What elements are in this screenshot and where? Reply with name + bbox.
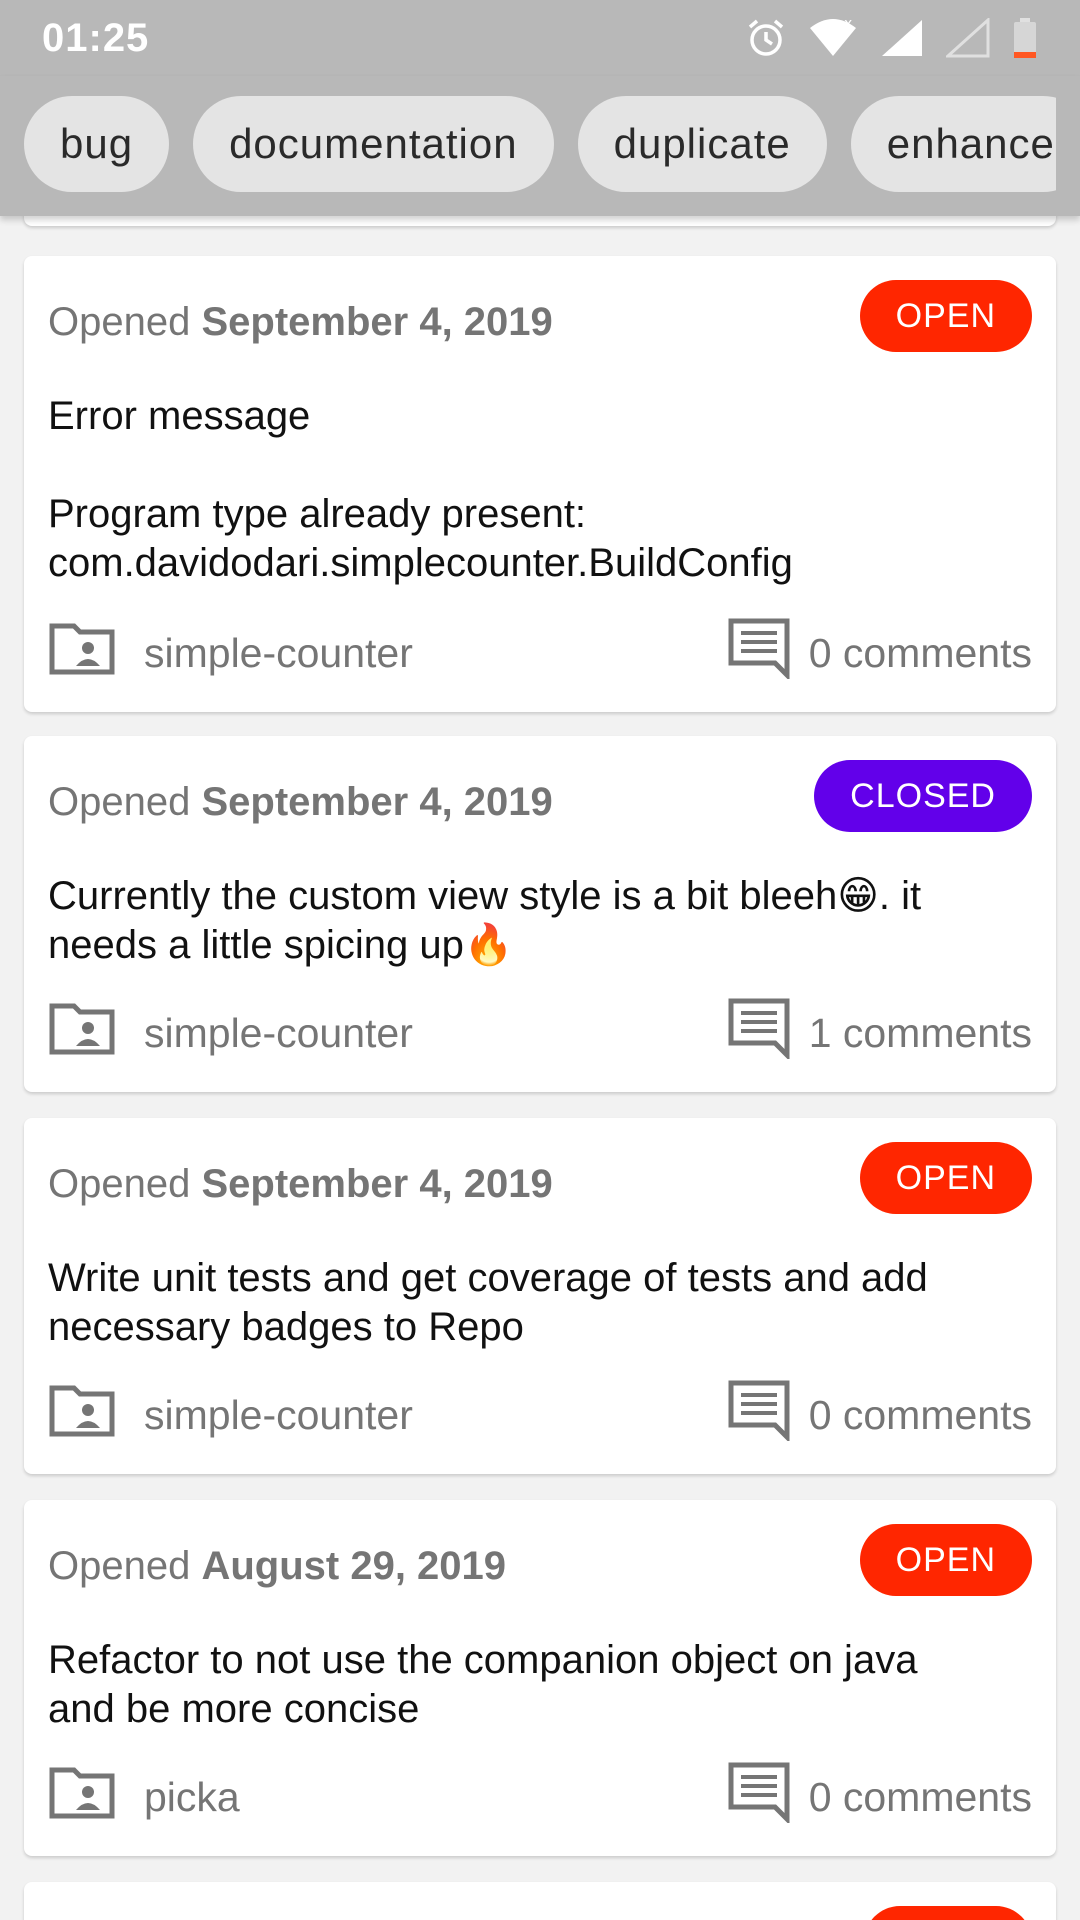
issue-card-footer: simple-counter 1 comments [48, 998, 1032, 1066]
status-badge [864, 1906, 1032, 1920]
label-filter-bar: bug documentation duplicate enhance [0, 76, 1080, 216]
comments-count[interactable]: 1 comments [727, 997, 1032, 1069]
signal-empty-icon [946, 18, 990, 58]
battery-low-icon [1012, 18, 1038, 58]
label-chip-duplicate[interactable]: duplicate [577, 96, 827, 192]
repo-link[interactable]: simple-counter [48, 1382, 413, 1448]
label-chip-enhancement[interactable]: enhance [850, 96, 1056, 192]
issue-date: August 29, 2019 [201, 1544, 507, 1588]
issue-card-partial[interactable] [24, 216, 1056, 226]
status-badge: OPEN [859, 1524, 1032, 1596]
comments-label: 1 comments [808, 1009, 1032, 1056]
issue-card-header: Opened September 4, 2019 CLOSED [48, 760, 1032, 832]
comments-count[interactable]: 0 comments [727, 1379, 1032, 1451]
status-badge: OPEN [859, 280, 1032, 352]
comment-icon [727, 617, 791, 689]
issue-card-header: Opened September 4, 2019 OPEN [48, 1142, 1032, 1214]
comment-icon [727, 1379, 791, 1451]
fire-emoji-icon: 🔥 [463, 922, 514, 968]
label-chip-bug[interactable]: bug [24, 96, 170, 192]
issue-card-header: Opened September 4, 2019 OPEN [48, 280, 1032, 352]
issue-list[interactable]: Opened September 4, 2019 OPEN Error mess… [0, 216, 1080, 1920]
label-chip-list[interactable]: bug documentation duplicate enhance [24, 96, 1056, 192]
issue-title: Write unit tests and get coverage of tes… [48, 1256, 928, 1349]
status-time: 01:25 [42, 15, 150, 60]
signal-icon [880, 18, 924, 58]
issue-card[interactable]: Opened August 29, 2019 OPEN Refactor to … [24, 1500, 1056, 1856]
issue-card[interactable]: Opened September 4, 2019 CLOSED Currentl… [24, 736, 1056, 1092]
wifi-icon: x [808, 18, 858, 58]
issue-date: September 4, 2019 [201, 300, 553, 344]
opened-date: Opened September 4, 2019 [48, 780, 553, 824]
issue-title: Error message Program type already prese… [48, 394, 793, 585]
label-chip-documentation[interactable]: documentation [193, 96, 554, 192]
opened-date: Opened September 4, 2019 [48, 300, 553, 344]
alarm-icon [746, 18, 786, 58]
status-icons: x [746, 18, 1038, 58]
status-bar: 01:25 x [0, 0, 1080, 76]
grin-emoji-icon: 😁 [837, 873, 879, 919]
folder-icon [48, 620, 116, 686]
repo-name: simple-counter [144, 1391, 413, 1438]
issue-card-header: Opened August 29, 2019 OPEN [48, 1524, 1032, 1596]
repo-name: simple-counter [144, 1009, 413, 1056]
issue-card[interactable]: Opened September 4, 2019 OPEN Error mess… [24, 256, 1056, 712]
folder-icon [48, 1764, 116, 1830]
issue-date: September 4, 2019 [201, 780, 553, 824]
repo-link[interactable]: picka [48, 1764, 240, 1830]
issue-title: Currently the custom view style is a bit… [48, 873, 922, 968]
repo-name: simple-counter [144, 629, 413, 676]
issue-card-footer: picka 0 comments [48, 1762, 1032, 1830]
folder-icon [48, 1000, 116, 1066]
repo-link[interactable]: simple-counter [48, 620, 413, 686]
issue-card-partial[interactable] [24, 1882, 1056, 1920]
opened-date: Opened August 29, 2019 [48, 1544, 507, 1588]
comments-label: 0 comments [808, 1391, 1032, 1438]
comments-count[interactable]: 0 comments [727, 617, 1032, 689]
comments-count[interactable]: 0 comments [727, 1761, 1032, 1833]
comment-icon [727, 997, 791, 1069]
issue-card-footer: simple-counter 0 comments [48, 1380, 1032, 1448]
opened-date: Opened September 4, 2019 [48, 1162, 553, 1206]
folder-icon [48, 1382, 116, 1448]
status-badge: CLOSED [814, 760, 1032, 832]
repo-name: picka [144, 1773, 240, 1820]
issue-date: September 4, 2019 [201, 1162, 553, 1206]
comments-label: 0 comments [808, 629, 1032, 676]
issue-card[interactable]: Opened September 4, 2019 OPEN Write unit… [24, 1118, 1056, 1474]
svg-text:x: x [844, 18, 852, 32]
status-badge: OPEN [859, 1142, 1032, 1214]
comments-label: 0 comments [808, 1773, 1032, 1820]
repo-link[interactable]: simple-counter [48, 1000, 413, 1066]
issue-card-footer: simple-counter 0 comments [48, 618, 1032, 686]
comment-icon [727, 1761, 791, 1833]
issue-title: Refactor to not use the companion object… [48, 1638, 918, 1731]
